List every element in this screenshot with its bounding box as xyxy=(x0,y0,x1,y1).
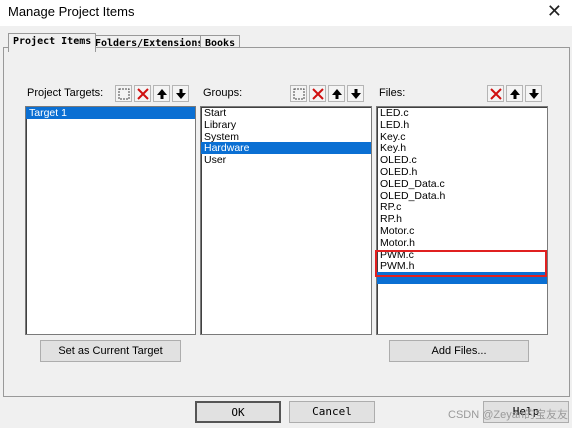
cancel-button[interactable]: Cancel xyxy=(289,401,375,423)
arrow-down-icon xyxy=(176,89,186,99)
list-item[interactable]: Motor.c xyxy=(377,225,547,237)
list-item[interactable]: Key.c xyxy=(377,131,547,143)
list-item[interactable]: OLED.h xyxy=(377,166,547,178)
list-item[interactable]: OLED.c xyxy=(377,154,547,166)
groups-list[interactable]: Start Library System Hardware User xyxy=(200,106,372,335)
delete-target-button[interactable] xyxy=(134,85,151,102)
arrow-down-icon xyxy=(529,89,539,99)
list-item[interactable]: System xyxy=(201,131,371,143)
set-current-target-button[interactable]: Set as Current Target xyxy=(40,340,181,362)
arrow-up-icon xyxy=(332,89,342,99)
list-item[interactable]: Library xyxy=(201,119,371,131)
move-up-group-button[interactable] xyxy=(328,85,345,102)
move-up-target-button[interactable] xyxy=(153,85,170,102)
list-item[interactable] xyxy=(377,272,547,284)
files-list[interactable]: LED.c LED.h Key.c Key.h OLED.c OLED.h OL… xyxy=(376,106,548,335)
delete-icon xyxy=(137,88,149,100)
list-item[interactable]: Start xyxy=(201,107,371,119)
list-item[interactable]: RP.h xyxy=(377,213,547,225)
delete-icon xyxy=(490,88,502,100)
title-bar: Manage Project Items ✕ xyxy=(0,0,572,26)
move-down-target-button[interactable] xyxy=(172,85,189,102)
new-item-icon xyxy=(118,88,130,100)
list-item[interactable]: LED.h xyxy=(377,119,547,131)
ok-button[interactable]: OK xyxy=(195,401,281,423)
list-item[interactable]: PWM.h xyxy=(377,260,547,272)
delete-file-button[interactable] xyxy=(487,85,504,102)
move-down-file-button[interactable] xyxy=(525,85,542,102)
list-item[interactable]: User xyxy=(201,154,371,166)
targets-label: Project Targets: xyxy=(27,87,104,99)
list-item[interactable]: RP.c xyxy=(377,201,547,213)
list-item[interactable]: PWM.c xyxy=(377,249,547,261)
arrow-down-icon xyxy=(351,89,361,99)
add-files-button[interactable]: Add Files... xyxy=(389,340,529,362)
tab-project-items[interactable]: Project Items xyxy=(8,33,97,52)
new-group-button[interactable] xyxy=(290,85,307,102)
groups-header: Groups: xyxy=(203,85,371,103)
files-header: Files: xyxy=(379,85,547,103)
tab-label: Project Items xyxy=(13,36,92,47)
watermark: CSDN @Zeyan的宝友友 xyxy=(448,409,568,421)
move-down-group-button[interactable] xyxy=(347,85,364,102)
arrow-up-icon xyxy=(157,89,167,99)
targets-list[interactable]: Target 1 xyxy=(25,106,196,335)
list-item[interactable]: Target 1 xyxy=(26,107,195,119)
arrow-up-icon xyxy=(510,89,520,99)
targets-header: Project Targets: xyxy=(27,85,196,103)
list-item[interactable]: OLED_Data.h xyxy=(377,190,547,202)
files-label: Files: xyxy=(379,87,406,99)
list-item[interactable]: OLED_Data.c xyxy=(377,178,547,190)
new-item-icon xyxy=(293,88,305,100)
close-icon[interactable]: ✕ xyxy=(547,1,562,22)
delete-group-button[interactable] xyxy=(309,85,326,102)
delete-icon xyxy=(312,88,324,100)
window-title: Manage Project Items xyxy=(8,4,135,19)
list-item[interactable]: Key.h xyxy=(377,142,547,154)
list-item[interactable]: Motor.h xyxy=(377,237,547,249)
move-up-file-button[interactable] xyxy=(506,85,523,102)
new-target-button[interactable] xyxy=(115,85,132,102)
list-item[interactable]: LED.c xyxy=(377,107,547,119)
groups-label: Groups: xyxy=(203,87,243,99)
list-item[interactable]: Hardware xyxy=(201,142,371,154)
